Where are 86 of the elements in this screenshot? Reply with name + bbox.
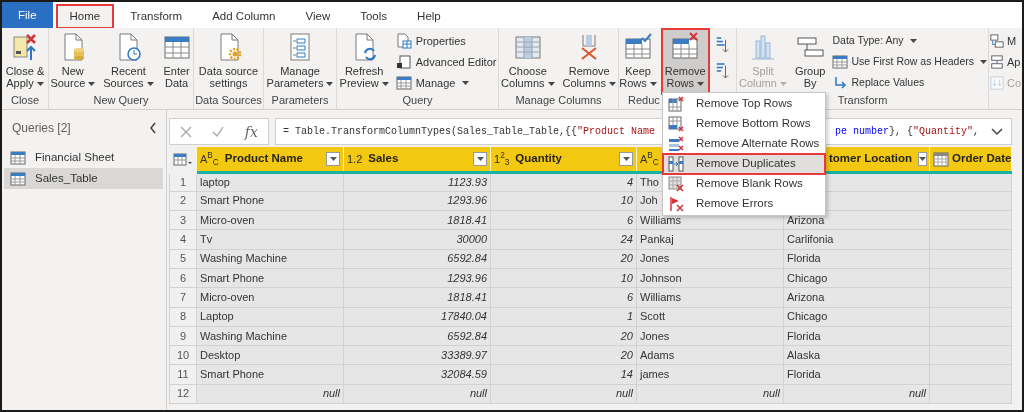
ribbon-button[interactable]: M bbox=[989, 31, 1022, 51]
table-icon bbox=[10, 170, 26, 187]
replace-arrow-icon bbox=[832, 75, 849, 91]
ribbon-button[interactable]: Data source settings bbox=[195, 29, 262, 94]
ribbon-tab[interactable]: Add Column bbox=[199, 5, 289, 28]
group-label: Query bbox=[402, 94, 433, 106]
bars-cross-icon bbox=[668, 136, 684, 152]
table-icon bbox=[10, 149, 26, 166]
menu-item[interactable]: Remove Top Rows bbox=[663, 94, 825, 114]
ribbon-tab[interactable]: Tools bbox=[347, 5, 401, 28]
ribbon-button[interactable]: Manage Parameters bbox=[263, 29, 337, 94]
formula-text: = Table.TransformColumnTypes(Sales_Table_Table,{{"Product Name bbox=[283, 125, 656, 139]
column-header[interactable]: Order Date bbox=[929, 147, 1012, 172]
column-name: Order Date bbox=[952, 151, 1011, 167]
file-tab[interactable]: File bbox=[2, 2, 53, 28]
ribbon-button[interactable]: Enter Data bbox=[158, 29, 195, 94]
ribbon-button[interactable]: Group By bbox=[791, 29, 829, 94]
table-menu-icon[interactable] bbox=[172, 152, 193, 167]
ribbon-button[interactable]: Replace Values bbox=[830, 73, 988, 93]
query-item[interactable]: Sales_Table bbox=[4, 168, 163, 189]
ribbon-button[interactable]: Data Type: Any bbox=[830, 31, 988, 51]
document-table-icon bbox=[395, 33, 412, 49]
pane-title: Queries [2] bbox=[12, 120, 71, 137]
ribbon-button[interactable]: Remove Rows bbox=[661, 29, 709, 94]
ribbon-button[interactable]: Refresh Preview bbox=[336, 29, 392, 94]
column-name: Quantity bbox=[515, 151, 562, 167]
menu-item[interactable]: Remove Duplicates bbox=[663, 154, 825, 174]
group-label: Manage Columns bbox=[515, 94, 602, 106]
ribbon-tab[interactable]: Transform bbox=[117, 5, 196, 28]
table-check-icon bbox=[623, 32, 653, 62]
sort-descending-icon[interactable] bbox=[714, 61, 729, 81]
caret-icon bbox=[329, 156, 337, 161]
caret-icon bbox=[622, 156, 630, 161]
tables-icon bbox=[990, 55, 1004, 69]
table-icon bbox=[395, 75, 412, 91]
table-cross-icon bbox=[670, 32, 701, 62]
column-name: Sales bbox=[368, 151, 399, 167]
group-label: Reduc bbox=[628, 94, 660, 106]
group-label: Transform bbox=[837, 94, 888, 106]
caret-icon bbox=[476, 156, 484, 161]
group-label: Close bbox=[10, 94, 40, 106]
ribbon-button[interactable]: Advanced Editor bbox=[393, 52, 499, 72]
ribbon-button[interactable]: Recent Sources bbox=[100, 29, 157, 94]
caret-icon bbox=[919, 156, 927, 161]
column-header[interactable]: 1$^{2}$$_{3}$ Quantity bbox=[490, 147, 637, 172]
sort-ascending-icon[interactable] bbox=[714, 35, 729, 55]
column-header[interactable]: A$^{B}$$_{C}$ Product Name bbox=[196, 147, 344, 172]
grid-cross-icon bbox=[668, 176, 684, 192]
ribbon-button[interactable]: Choose Columns bbox=[498, 29, 558, 94]
ribbon-button[interactable]: Close & Apply bbox=[2, 29, 48, 94]
formula-text: pe number}, {"Quantity", bbox=[834, 125, 979, 139]
ribbon-button[interactable]: Keep Rows bbox=[616, 29, 660, 94]
ribbon-tab[interactable]: Home bbox=[56, 5, 114, 28]
ribbon-tab[interactable]: View bbox=[292, 5, 344, 28]
combine-icon bbox=[990, 76, 1004, 90]
tables-icon bbox=[990, 34, 1004, 48]
ribbon-button[interactable]: Properties bbox=[393, 31, 499, 51]
table-cross-icon bbox=[668, 116, 684, 132]
filter-button[interactable] bbox=[473, 151, 487, 166]
chevron-left-icon[interactable] bbox=[149, 122, 157, 134]
function-button[interactable]: fx bbox=[244, 124, 258, 139]
ribbon-button[interactable]: New Source bbox=[47, 29, 99, 94]
group-label: Data Sources bbox=[195, 94, 262, 106]
window-icon bbox=[395, 54, 412, 70]
column-name: tomer Location bbox=[829, 151, 913, 167]
ribbon-button[interactable]: Remove Columns bbox=[559, 29, 619, 94]
column-header[interactable]: 1.2 Sales bbox=[343, 147, 491, 172]
group-label: New Query bbox=[93, 94, 149, 106]
filter-button[interactable] bbox=[918, 151, 928, 166]
chevron-down-icon[interactable] bbox=[991, 127, 1003, 136]
table-cross-icon bbox=[668, 96, 684, 112]
type-label: 1.2 bbox=[347, 151, 363, 167]
filter-button[interactable] bbox=[326, 151, 340, 166]
ribbon-tab[interactable]: Help bbox=[404, 5, 454, 28]
calendar-icon bbox=[933, 150, 949, 167]
column-name: Product Name bbox=[224, 151, 303, 167]
group-label: Parameters bbox=[271, 94, 329, 106]
query-item[interactable]: Financial Sheet bbox=[4, 147, 163, 168]
flag-cross-icon bbox=[668, 196, 684, 212]
columns-arrow-icon bbox=[668, 156, 684, 172]
ribbon-button[interactable]: Ap bbox=[989, 52, 1022, 72]
filter-button[interactable] bbox=[619, 151, 633, 166]
check-icon[interactable] bbox=[212, 125, 225, 138]
table-icon bbox=[832, 54, 849, 70]
ribbon-button[interactable]: Manage bbox=[393, 73, 499, 93]
ribbon-button[interactable]: Use First Row as Headers bbox=[830, 52, 988, 72]
